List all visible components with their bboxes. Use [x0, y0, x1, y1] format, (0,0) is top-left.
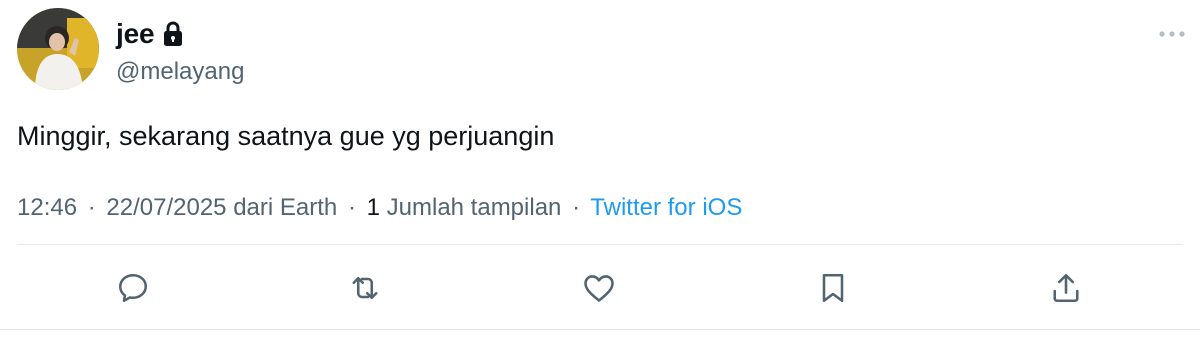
avatar-image [17, 8, 99, 90]
meta-separator: · [572, 194, 581, 221]
meta-separator: · [347, 194, 356, 221]
reply-bubble-icon [118, 273, 148, 303]
tweet-text: Minggir, sekarang saatnya gue yg perjuan… [17, 121, 555, 151]
views-count: 1 [366, 194, 380, 221]
display-name[interactable]: jee [116, 17, 155, 51]
like-button[interactable] [575, 264, 623, 312]
retweet-button[interactable] [341, 264, 389, 312]
tweet-detail: jee @melayang Minggir, sekarang saatnya … [0, 0, 1200, 350]
action-bar [0, 264, 1200, 312]
user-name-row: jee [116, 17, 183, 51]
avatar[interactable] [17, 8, 99, 90]
source-link[interactable]: Twitter for iOS [590, 194, 742, 221]
user-handle[interactable]: @melayang [116, 57, 244, 87]
more-horizontal-icon[interactable] [1158, 26, 1186, 42]
retweet-icon [352, 276, 378, 300]
divider [17, 244, 1183, 245]
heart-icon [584, 275, 614, 302]
tweet-location: dari Earth [233, 194, 338, 221]
lock-icon [163, 21, 183, 47]
divider [0, 329, 1200, 330]
tweet-time[interactable]: 12:46 [17, 194, 77, 221]
tweet-meta: 12:46 · 22/07/2025 dari Earth · 1 Jumlah… [17, 192, 742, 224]
views-label: Jumlah tampilan [386, 194, 562, 221]
tweet-date[interactable]: 22/07/2025 [106, 194, 226, 221]
meta-separator: · [87, 194, 96, 221]
bookmark-icon [822, 273, 844, 303]
share-button[interactable] [1042, 264, 1090, 312]
share-upload-icon [1053, 273, 1079, 303]
bookmark-button[interactable] [809, 264, 857, 312]
reply-button[interactable] [109, 264, 157, 312]
